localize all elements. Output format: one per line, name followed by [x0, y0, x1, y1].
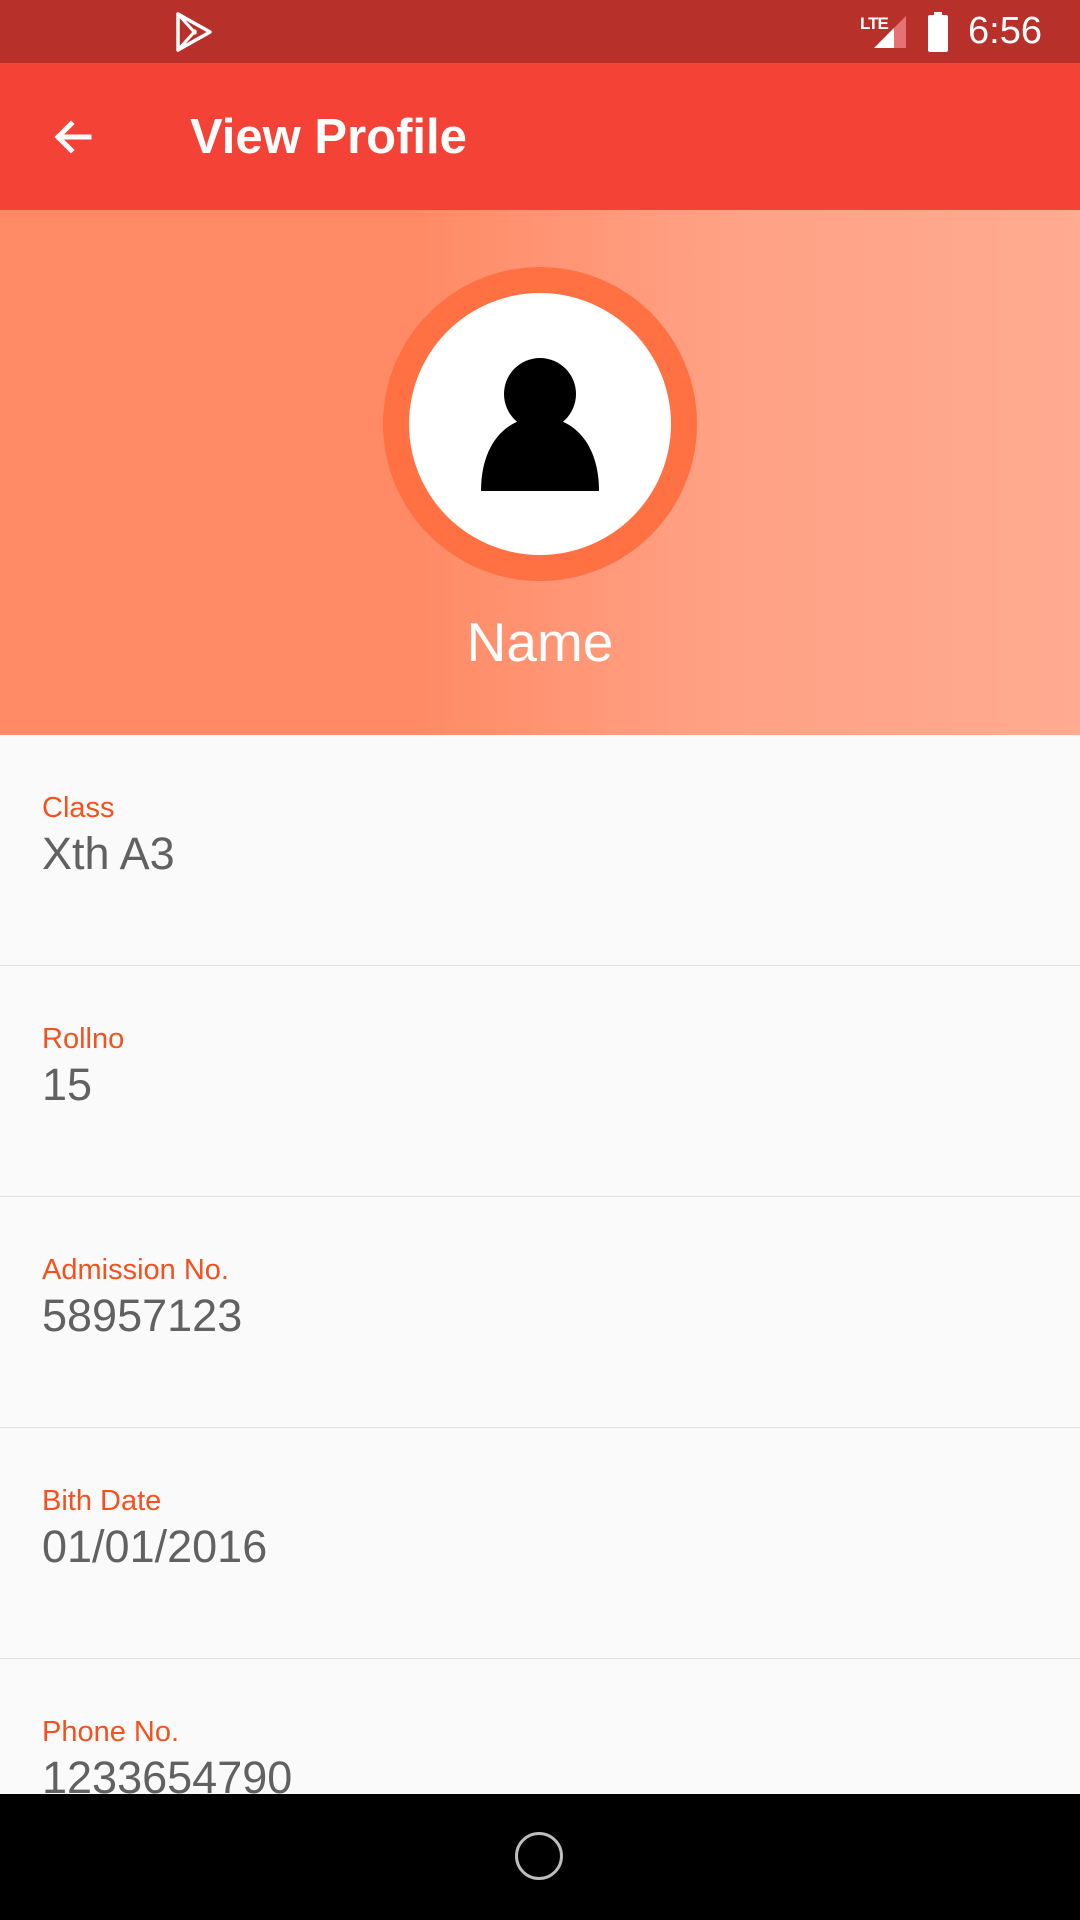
profile-name: Name	[466, 611, 614, 673]
list-item-class: Class Xth A3	[0, 735, 1080, 966]
field-label: Class	[42, 792, 115, 824]
avatar-inner	[409, 293, 671, 555]
battery-icon	[928, 11, 949, 52]
home-button[interactable]	[515, 1832, 563, 1880]
profile-header: Name	[0, 210, 1080, 735]
navigation-bar	[0, 1794, 1080, 1920]
app-bar: View Profile	[0, 63, 1080, 210]
field-label: Rollno	[42, 1023, 125, 1055]
lte-signal-icon: LTE	[860, 12, 908, 52]
list-item-birth-date: Bith Date 01/01/2016	[0, 1428, 1080, 1659]
network-type-label: LTE	[860, 13, 889, 33]
page-title: View Profile	[190, 109, 467, 164]
person-icon	[481, 358, 599, 491]
arrow-back-icon	[54, 119, 92, 154]
status-icons: LTE 6:56	[860, 0, 1042, 63]
profile-info-list: Class Xth A3 Rollno 15 Admission No. 589…	[0, 735, 1080, 1890]
play-store-icon	[176, 12, 212, 52]
avatar[interactable]	[383, 267, 697, 581]
field-label: Phone No.	[42, 1716, 180, 1748]
status-bar: LTE 6:56	[0, 0, 1080, 63]
list-item-rollno: Rollno 15	[0, 966, 1080, 1197]
field-label: Admission No.	[42, 1254, 229, 1286]
field-value: Xth A3	[42, 828, 175, 879]
field-label: Bith Date	[42, 1485, 162, 1517]
back-button[interactable]	[28, 92, 118, 182]
field-value: 01/01/2016	[42, 1521, 268, 1572]
list-item-admission-no: Admission No. 58957123	[0, 1197, 1080, 1428]
field-value: 58957123	[42, 1290, 243, 1341]
status-time: 6:56	[968, 10, 1042, 52]
field-value: 15	[42, 1059, 93, 1110]
